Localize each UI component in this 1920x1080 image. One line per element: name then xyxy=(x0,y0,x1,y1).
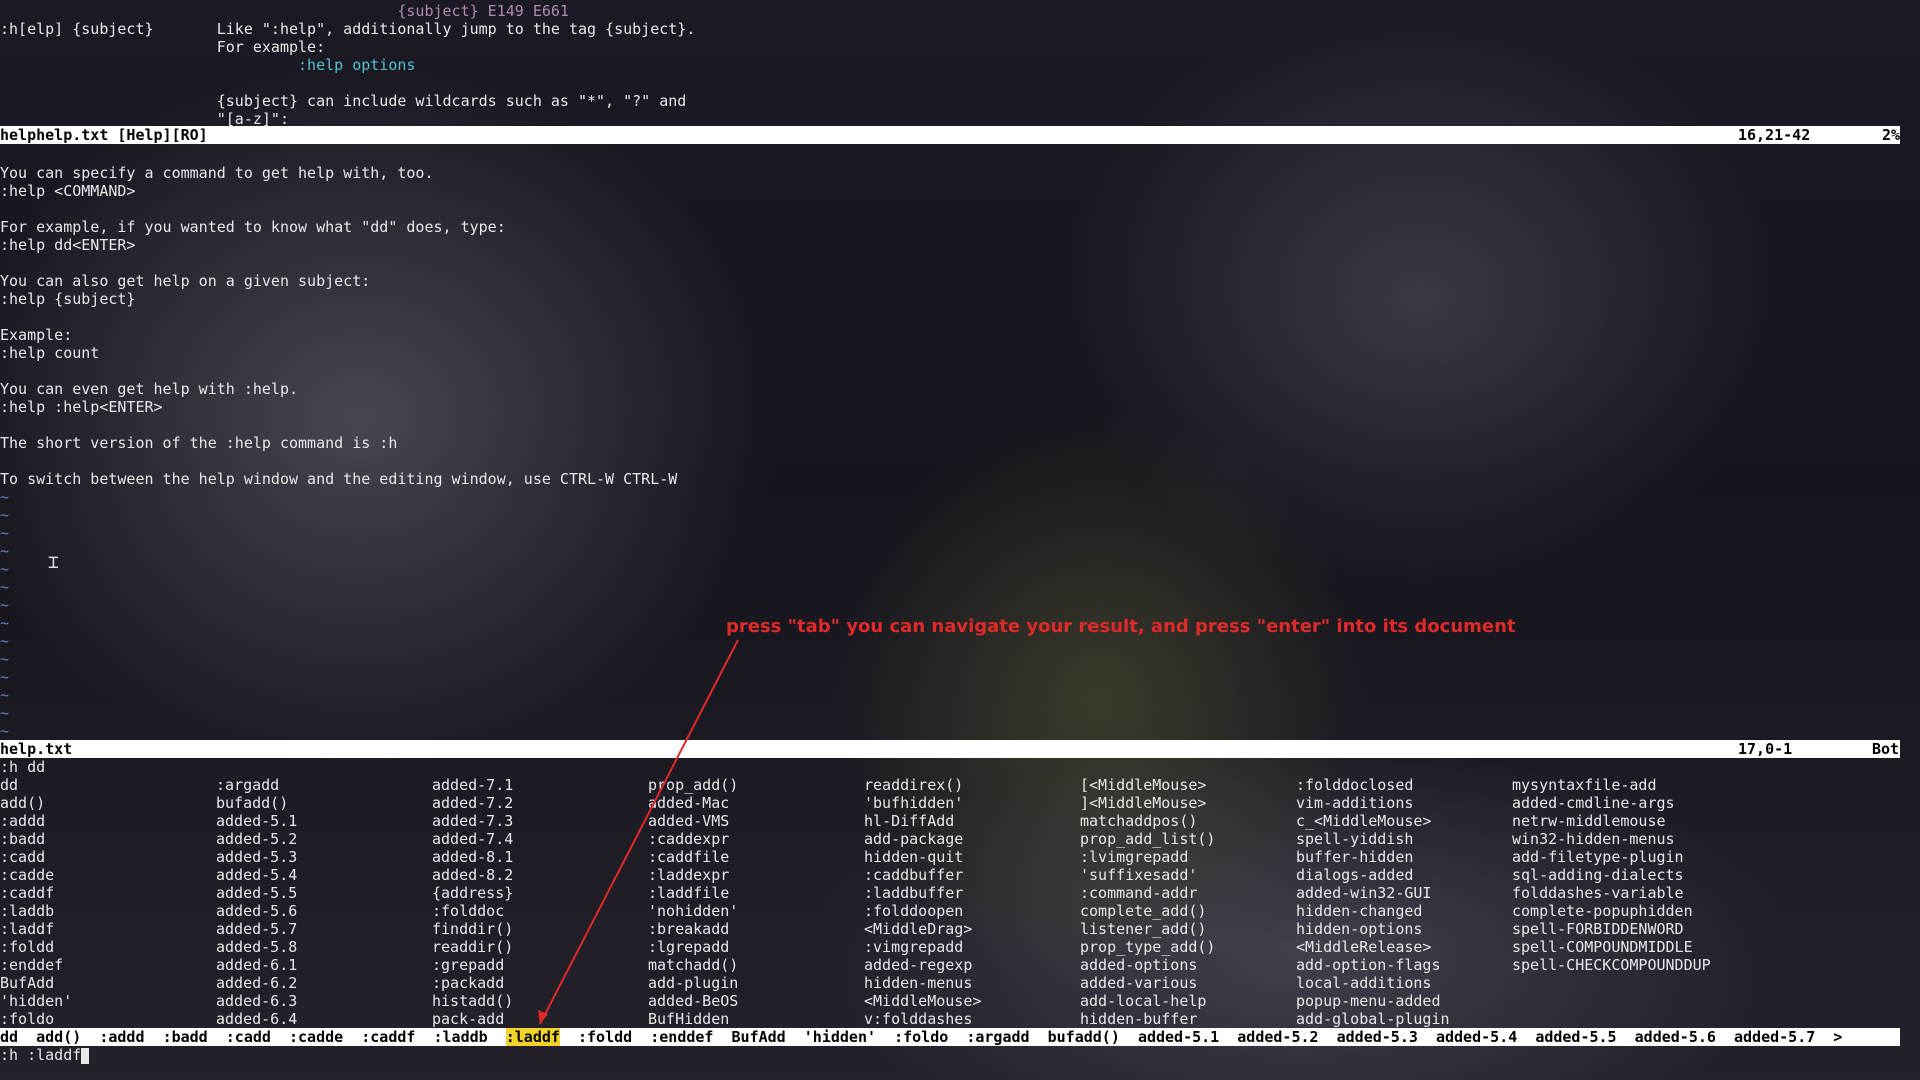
wildmenu-item[interactable]: :cadde xyxy=(289,1028,343,1046)
wildmenu-separator xyxy=(208,1028,226,1046)
wildmenu-separator xyxy=(1319,1028,1337,1046)
wildmenu-separator xyxy=(786,1028,804,1046)
wildmenu-separator xyxy=(876,1028,894,1046)
wildmenu-item[interactable]: :enddef xyxy=(650,1028,713,1046)
wildmenu-item[interactable]: add() xyxy=(36,1028,81,1046)
wildmenu-item[interactable]: :foldd xyxy=(578,1028,632,1046)
command-line[interactable]: :h :laddf xyxy=(0,1046,90,1064)
wildmenu-item[interactable]: dd xyxy=(0,1028,18,1046)
wildmenu-item[interactable]: :foldo xyxy=(894,1028,948,1046)
wildmenu-separator xyxy=(560,1028,578,1046)
wildmenu-item[interactable]: bufadd() xyxy=(1048,1028,1120,1046)
wildmenu-item-selected[interactable]: :laddf xyxy=(505,1028,560,1046)
wildmenu-item[interactable]: :cadd xyxy=(226,1028,271,1046)
wildmenu-separator xyxy=(1030,1028,1048,1046)
wildmenu-item[interactable]: added-5.6 xyxy=(1635,1028,1716,1046)
wildmenu-separator xyxy=(1617,1028,1635,1046)
wildmenu-item[interactable]: added-5.3 xyxy=(1337,1028,1418,1046)
wildmenu-separator xyxy=(1716,1028,1734,1046)
wildmenu-item[interactable]: added-5.1 xyxy=(1138,1028,1219,1046)
text-cursor xyxy=(81,1047,90,1064)
wildmenu-separator xyxy=(343,1028,361,1046)
wildmenu-separator xyxy=(1418,1028,1436,1046)
wildmenu-separator xyxy=(713,1028,731,1046)
wildmenu-separator xyxy=(415,1028,433,1046)
wildmenu-separator xyxy=(1815,1028,1833,1046)
command-line-text: :h :laddf xyxy=(0,1046,82,1064)
wildmenu-item[interactable]: BufAdd xyxy=(732,1028,786,1046)
wildmenu-bar[interactable]: dd add() :addd :badd :cadd :cadde :caddf… xyxy=(0,1028,1900,1046)
annotation-arrow-line xyxy=(539,639,739,1025)
wildmenu-more-icon: > xyxy=(1833,1028,1843,1046)
wildmenu-item[interactable]: :badd xyxy=(163,1028,208,1046)
wildmenu-separator xyxy=(1120,1028,1138,1046)
wildmenu-item[interactable]: added-5.7 xyxy=(1734,1028,1815,1046)
wildmenu-item[interactable]: :laddb xyxy=(434,1028,488,1046)
wildmenu-separator xyxy=(145,1028,163,1046)
wildmenu-item[interactable]: 'hidden' xyxy=(804,1028,876,1046)
wildmenu-item[interactable]: :addd xyxy=(99,1028,144,1046)
wildmenu-separator xyxy=(81,1028,99,1046)
wildmenu-separator xyxy=(948,1028,966,1046)
wildmenu-item[interactable]: added-5.4 xyxy=(1436,1028,1517,1046)
wildmenu-separator xyxy=(18,1028,36,1046)
wildmenu-separator xyxy=(488,1028,506,1046)
wildmenu-item[interactable]: :caddf xyxy=(361,1028,415,1046)
wildmenu-separator xyxy=(632,1028,650,1046)
wildmenu-separator xyxy=(1517,1028,1535,1046)
wildmenu-item[interactable]: :argadd xyxy=(966,1028,1029,1046)
wildmenu-separator xyxy=(1219,1028,1237,1046)
wildmenu-separator xyxy=(271,1028,289,1046)
wildmenu-item[interactable]: added-5.2 xyxy=(1237,1028,1318,1046)
wildmenu-item[interactable]: added-5.5 xyxy=(1535,1028,1616,1046)
annotation-arrow xyxy=(538,639,739,1025)
